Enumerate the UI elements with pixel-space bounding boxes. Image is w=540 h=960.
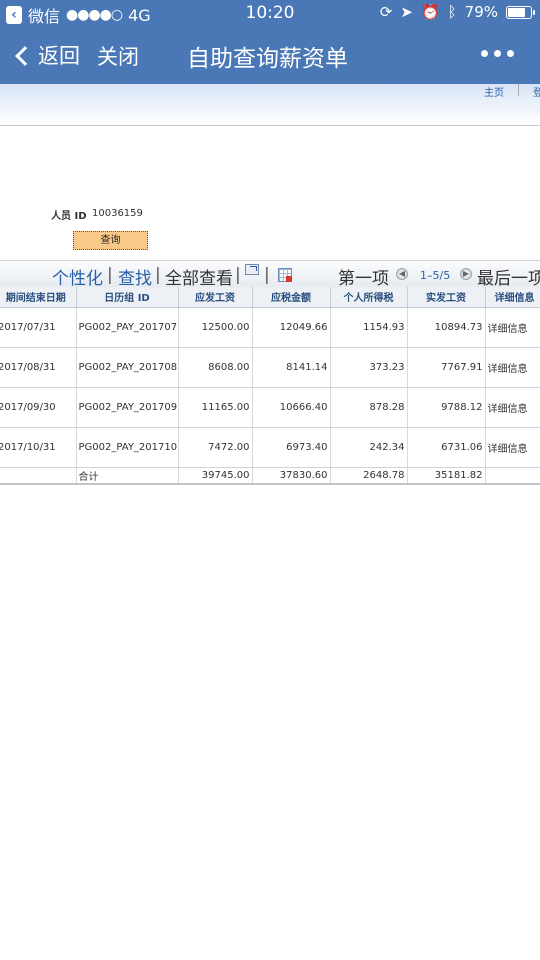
back-button[interactable]: 返回 [15, 40, 80, 70]
details-link[interactable]: 详细信息 [485, 427, 540, 468]
taxable-amount: 12049.66 [252, 307, 331, 348]
income-tax: 373.23 [330, 347, 408, 388]
column-header: 详细信息 [485, 287, 540, 308]
more-dot-icon [494, 50, 501, 57]
period-end-date: 2017/08/31 [0, 347, 77, 388]
taxable-amount: 8141.14 [252, 347, 331, 388]
net-pay: 7767.91 [407, 347, 486, 388]
battery-percent: 79% [464, 3, 498, 21]
gross-pay: 8608.00 [178, 347, 253, 388]
column-header[interactable]: 日历组 ID [76, 287, 179, 308]
find-link[interactable]: 查找 [118, 264, 152, 289]
calendar-group-id: PG002_PAY_201709 [76, 387, 179, 428]
home-link[interactable]: 主页 [484, 84, 504, 99]
person-id-label: 人员 ID [51, 211, 87, 222]
calendar-group-id: PG002_PAY_201707 [76, 307, 179, 348]
period-end-date: 2017/09/30 [0, 387, 77, 428]
total-row: 合计 39745.00 37830.60 2648.78 35181.82 [0, 467, 540, 485]
divider: | [155, 265, 161, 285]
taxable-amount: 10666.40 [252, 387, 331, 428]
table-row: 2017/09/30 PG002_PAY_201709 11165.00 106… [0, 387, 540, 428]
status-bar: ‹ 微信 ●●●●○ 4G 10:20 ⟳ ➤ ⏰ ᛒ 79% [0, 0, 540, 28]
table-row: 2017/07/31 PG002_PAY_201707 12500.00 120… [0, 307, 540, 348]
alarm-icon: ⏰ [420, 3, 440, 21]
close-button[interactable]: 关闭 [97, 41, 139, 71]
net-pay: 10894.73 [407, 307, 486, 348]
net-pay: 9788.12 [407, 387, 486, 428]
battery-fill [508, 7, 526, 17]
nav-bar: 返回 关闭 自助查询薪资单 [0, 28, 540, 84]
page-title: 自助查询薪资单 [187, 46, 348, 72]
details-link[interactable]: 详细信息 [485, 347, 540, 388]
period-end-date: 2017/07/31 [0, 307, 77, 348]
total-income-tax: 2648.78 [330, 467, 408, 485]
column-header[interactable]: 实发工资 [407, 287, 486, 308]
rotation-lock-icon: ⟳ [379, 3, 393, 21]
last-link[interactable]: 最后一项 [477, 264, 540, 289]
gross-pay: 12500.00 [178, 307, 253, 348]
battery-icon [506, 5, 535, 19]
chevron-left-icon [15, 45, 35, 66]
calendar-group-id: PG002_PAY_201708 [76, 347, 179, 388]
total-taxable-amount: 37830.60 [252, 467, 331, 485]
column-header[interactable]: 期间结束日期 [0, 287, 77, 308]
income-tax: 242.34 [330, 427, 408, 468]
column-header[interactable]: 应发工资 [178, 287, 253, 308]
income-tax: 1154.93 [330, 307, 408, 348]
divider: | [107, 265, 113, 285]
total-empty-cell [0, 467, 77, 485]
first-link[interactable]: 第一项 [338, 264, 389, 289]
details-link[interactable]: 详细信息 [485, 387, 540, 428]
page-range: 1–5/5 [420, 269, 451, 282]
divider: | [264, 265, 270, 285]
gross-pay: 11165.00 [178, 387, 253, 428]
status-right: ⟳ ➤ ⏰ ᛒ 79% [379, 3, 535, 21]
income-tax: 878.28 [330, 387, 408, 428]
view-all-link[interactable]: 全部查看 [165, 264, 233, 289]
column-header[interactable]: 应税金额 [252, 287, 331, 308]
total-net-pay: 35181.82 [407, 467, 486, 485]
column-header[interactable]: 个人所得税 [330, 287, 408, 308]
total-gross-pay: 39745.00 [178, 467, 253, 485]
person-id-value: 10036159 [92, 208, 143, 219]
next-arrow-icon[interactable]: ▶ [460, 268, 472, 280]
taxable-amount: 6973.40 [252, 427, 331, 468]
bluetooth-icon: ᛒ [447, 3, 457, 21]
period-end-date: 2017/10/31 [0, 427, 77, 468]
prev-arrow-icon[interactable]: ◀ [396, 268, 408, 280]
table-row: 2017/08/31 PG002_PAY_201708 8608.00 8141… [0, 347, 540, 388]
payslip-table: 期间结束日期 日历组 ID 应发工资 应税金额 个人所得税 实发工资 详细信息 … [0, 287, 540, 485]
total-label: 合计 [76, 467, 179, 485]
table-row: 2017/10/31 PG002_PAY_201710 7472.00 6973… [0, 427, 540, 468]
personalize-link[interactable]: 个性化 [52, 264, 103, 289]
back-label: 返回 [38, 44, 80, 68]
more-menu-button[interactable] [481, 50, 514, 57]
header-banner: 主页 登 [0, 84, 540, 126]
gross-pay: 7472.00 [178, 427, 253, 468]
more-dot-icon [507, 50, 514, 57]
location-icon: ➤ [400, 3, 413, 21]
query-button[interactable]: 查询 [73, 231, 148, 250]
logout-link[interactable]: 登 [533, 84, 540, 99]
more-dot-icon [481, 50, 488, 57]
details-link[interactable]: 详细信息 [485, 307, 540, 348]
divider [518, 84, 519, 96]
grid-toolbar: 个性化 | 查找 | 全部查看 | | 第一项 ◀ 1–5/5 ▶ 最后一项 [0, 260, 540, 289]
total-empty-cell [485, 467, 540, 485]
calendar-group-id: PG002_PAY_201710 [76, 427, 179, 468]
table-header-row: 期间结束日期 日历组 ID 应发工资 应税金额 个人所得税 实发工资 详细信息 [0, 287, 540, 308]
download-excel-icon[interactable] [278, 268, 292, 282]
net-pay: 6731.06 [407, 427, 486, 468]
divider: | [235, 265, 241, 285]
zoom-icon[interactable] [245, 264, 259, 275]
